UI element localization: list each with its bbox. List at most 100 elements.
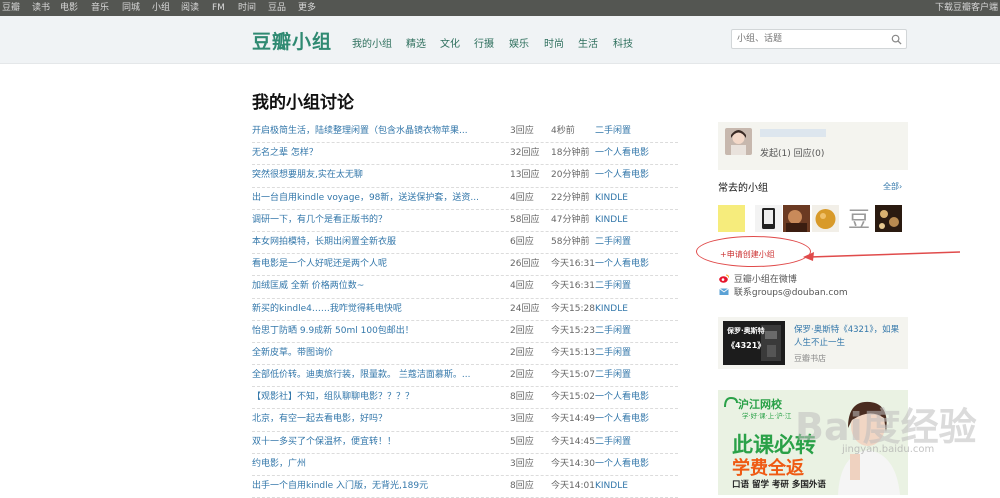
global-nav-item-music[interactable]: 音乐 xyxy=(91,0,109,16)
nav-fashion[interactable]: 时尚 xyxy=(544,35,564,50)
global-nav-item-time[interactable]: 时间 xyxy=(238,0,256,16)
topic-title-link[interactable]: 约电影，广州 xyxy=(252,454,502,475)
topic-reply-count: 8回应 xyxy=(510,392,534,403)
global-nav-item-movie[interactable]: 电影 xyxy=(60,0,78,16)
topic-title-link[interactable]: 出一台自用kindle voyage，98新，送送保护套，送资... xyxy=(252,188,502,209)
topic-title-link[interactable]: 加绒匡威 全新 价格两位数~ xyxy=(252,276,502,297)
frequent-groups-heading: 常去的小组 xyxy=(718,183,768,194)
topic-title-link[interactable]: 突然很想要朋友,实在太无聊 xyxy=(252,165,502,186)
table-row: 北京，有空一起去看电影，好吗？ 3回应 今天14:49 一个人看电影 xyxy=(252,409,678,432)
nav-culture[interactable]: 文化 xyxy=(440,35,460,50)
topic-title-link[interactable]: 北京，有空一起去看电影，好吗？ xyxy=(252,409,502,430)
user-stats[interactable]: 发起(1) 回应(0) xyxy=(760,146,824,159)
topic-group-link[interactable]: 一个人看电影 xyxy=(595,454,649,475)
book-cover-number: 《4321》 xyxy=(727,341,766,350)
nav-tech[interactable]: 科技 xyxy=(613,35,633,50)
topic-group-link[interactable]: 二手闲置 xyxy=(595,343,631,364)
table-row: 开启极简生活，陆续整理闲置（包含水晶镜衣物苹果... 3回应 4秒前 二手闲置 xyxy=(252,121,678,144)
weibo-link[interactable]: 豆瓣小组在微博 xyxy=(734,275,797,285)
global-nav-item-fm[interactable]: FM xyxy=(212,0,225,16)
group-thumbnail-kindle[interactable] xyxy=(755,205,782,232)
topic-group-link[interactable]: 一个人看电影 xyxy=(595,143,649,164)
table-row: 【观影社】不知，组队聊聊电影？？？？ 8回应 今天15:02 一个人看电影 xyxy=(252,387,678,410)
topic-group-link[interactable]: 二手闲置 xyxy=(595,432,631,453)
topic-time: 今天15:13 xyxy=(551,347,595,358)
topic-title-link[interactable]: 全部低价转。迪奥旅行装，限量款。 兰蔻洁面慕斯。... xyxy=(252,365,502,386)
book-cover-author: 保罗·奥斯特 xyxy=(727,327,765,335)
nav-travel[interactable]: 行摄 xyxy=(474,35,494,50)
topic-reply-count: 6回应 xyxy=(510,236,534,247)
page-title: 我的小组讨论 xyxy=(252,93,354,113)
topic-group-link[interactable]: 一个人看电影 xyxy=(595,387,649,408)
nav-featured[interactable]: 精选 xyxy=(406,35,426,50)
topic-time: 47分钟前 xyxy=(551,214,590,225)
all-groups-link[interactable]: 全部› xyxy=(883,181,902,192)
group-header: 豆瓣小组 我的小组 精选 文化 行摄 娱乐 时尚 生活 科技 xyxy=(0,16,1000,64)
global-nav: 豆瓣 读书 电影 音乐 同城 小组 阅读 FM 时间 豆品 更多 下载豆瓣客户端 xyxy=(0,0,1000,16)
topic-time: 今天15:07 xyxy=(551,370,595,381)
book-ad-title[interactable]: 保罗·奥斯特《4321》，如果人生不止一生 xyxy=(794,324,906,350)
topic-reply-count: 24回应 xyxy=(510,303,540,314)
group-thumbnail-bread[interactable] xyxy=(812,205,839,232)
topic-group-link[interactable]: KINDLE xyxy=(595,476,628,497)
topic-title-link[interactable]: 全新皮草。带图询价 xyxy=(252,343,502,364)
topic-title-link[interactable]: 新买的kindle4……我咋觉得耗电快呢 xyxy=(252,299,502,320)
table-row: 调研一下，有几个是看正版书的？ 58回应 47分钟前 KINDLE xyxy=(252,210,678,232)
topic-time: 今天16:31 xyxy=(551,281,595,292)
topic-group-link[interactable]: 二手闲置 xyxy=(595,321,631,342)
book-cover-image[interactable]: 保罗·奥斯特 《4321》 xyxy=(723,321,785,365)
topic-title-link[interactable]: 看电影是一个人好呢还是两个人呢 xyxy=(252,254,502,275)
topic-title-link[interactable]: 双十一多买了个保温杯，便宜转！！ xyxy=(252,432,502,453)
topic-group-link[interactable]: 二手闲置 xyxy=(595,121,631,142)
topic-group-link[interactable]: KINDLE xyxy=(595,188,628,209)
topic-time: 58分钟前 xyxy=(551,236,590,247)
avatar[interactable] xyxy=(725,128,752,155)
topic-reply-count: 3回应 xyxy=(510,414,534,425)
topic-group-link[interactable]: 一个人看电影 xyxy=(595,254,649,275)
topic-time: 18分钟前 xyxy=(551,148,590,159)
topic-group-link[interactable]: 一个人看电影 xyxy=(595,165,649,186)
contact-email[interactable]: 联系groups@douban.com xyxy=(734,288,848,298)
topic-title-link[interactable]: 【观影社】不知，组队聊聊电影？？？？ xyxy=(252,387,502,408)
annotation-arrow-icon xyxy=(803,251,961,261)
search-input[interactable] xyxy=(737,32,887,46)
topic-group-link[interactable]: KINDLE xyxy=(595,210,628,231)
download-app-link[interactable]: 下载豆瓣客户端 xyxy=(935,0,998,16)
topic-group-link[interactable]: 二手闲置 xyxy=(595,232,631,253)
site-logo[interactable]: 豆瓣小组 xyxy=(252,27,332,54)
group-thumbnail-movie[interactable] xyxy=(875,205,902,232)
baidu-jingyan-watermark: Bai度经验 xyxy=(795,405,977,449)
global-nav-item-more[interactable]: 更多 xyxy=(298,0,316,16)
topic-title-link[interactable]: 怡思丁防晒 9.9成新 50ml 100包邮出！ xyxy=(252,321,502,342)
topic-title-link[interactable]: 无名之辈 怎样？ xyxy=(252,143,502,164)
topic-time: 今天14:30 xyxy=(551,458,595,469)
group-thumbnail[interactable] xyxy=(718,205,745,232)
topic-title-link[interactable]: 本女网拍模特，长期出闲置全新衣服 xyxy=(252,232,502,253)
topic-time: 20分钟前 xyxy=(551,170,590,181)
global-nav-item-book[interactable]: 读书 xyxy=(32,0,50,16)
topic-group-link[interactable]: 一个人看电影 xyxy=(595,409,649,430)
topic-title-link[interactable]: 出手一个自用kindle 入门版，无背光,189元 xyxy=(252,476,502,497)
global-nav-item-read[interactable]: 阅读 xyxy=(181,0,199,16)
global-nav-item-market[interactable]: 豆品 xyxy=(268,0,286,16)
nav-my-groups[interactable]: 我的小组 xyxy=(352,35,392,50)
table-row: 无名之辈 怎样？ 32回应 18分钟前 一个人看电影 xyxy=(252,143,678,166)
global-nav-item-douban[interactable]: 豆瓣 xyxy=(2,0,20,16)
topic-reply-count: 2回应 xyxy=(510,347,534,358)
weibo-icon xyxy=(719,274,729,283)
nav-life[interactable]: 生活 xyxy=(578,35,598,50)
book-ad[interactable]: 保罗·奥斯特 《4321》 保罗·奥斯特《4321》，如果人生不止一生 豆瓣书店 xyxy=(718,317,908,369)
nav-entertainment[interactable]: 娱乐 xyxy=(509,35,529,50)
global-nav-item-local[interactable]: 同城 xyxy=(122,0,140,16)
topic-group-link[interactable]: KINDLE xyxy=(595,299,628,320)
social-links: 豆瓣小组在微博 联系groups@douban.com xyxy=(719,274,848,300)
global-nav-item-group[interactable]: 小组 xyxy=(152,0,170,16)
group-thumbnail-douban[interactable]: 豆 xyxy=(845,205,872,233)
topic-table: 开启极简生活，陆续整理闲置（包含水晶镜衣物苹果... 3回应 4秒前 二手闲置 无名之辈… xyxy=(252,121,678,498)
topic-group-link[interactable]: 二手闲置 xyxy=(595,365,631,386)
topic-group-link[interactable]: 二手闲置 xyxy=(595,276,631,297)
topic-title-link[interactable]: 开启极简生活，陆续整理闲置（包含水晶镜衣物苹果... xyxy=(252,121,502,142)
topic-title-link[interactable]: 调研一下，有几个是看正版书的？ xyxy=(252,210,502,231)
group-thumbnail-photo[interactable] xyxy=(783,205,810,232)
search-icon[interactable] xyxy=(891,34,902,45)
